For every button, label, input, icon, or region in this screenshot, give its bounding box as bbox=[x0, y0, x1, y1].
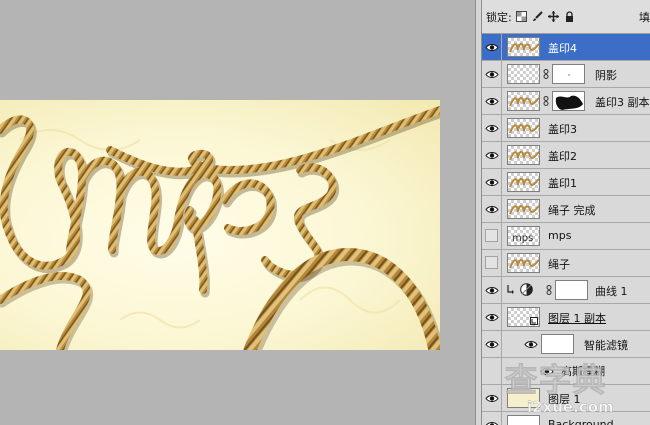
layer-row[interactable]: 盖印1 bbox=[482, 169, 650, 196]
visibility-toggle[interactable] bbox=[482, 223, 502, 249]
smart-object-icon bbox=[530, 317, 538, 325]
visibility-toggle[interactable] bbox=[482, 115, 502, 141]
visibility-toggle[interactable] bbox=[482, 385, 502, 411]
layer-list: 盖印4 阴影盖印3 副本盖印3 盖印2 盖印1 绳子 完成 mps mps 绳子曲线 1 图层 … bbox=[482, 34, 650, 425]
eye-icon bbox=[485, 339, 499, 348]
visibility-toggle[interactable] bbox=[482, 88, 502, 114]
eye-icon bbox=[485, 150, 499, 159]
layer-thumbnail[interactable] bbox=[507, 415, 540, 425]
eye-icon bbox=[485, 123, 499, 132]
layer-name: 曲线 1 bbox=[595, 285, 628, 298]
eye-icon bbox=[485, 285, 499, 294]
layer-name: 高斯模糊 bbox=[561, 365, 605, 378]
layer-mask-thumbnail[interactable] bbox=[555, 280, 588, 300]
visibility-toggle[interactable] bbox=[482, 412, 502, 425]
document-canvas[interactable] bbox=[0, 100, 440, 350]
lock-position-move-icon[interactable] bbox=[547, 11, 559, 22]
layer-thumbnail[interactable] bbox=[507, 145, 540, 165]
visibility-toggle[interactable] bbox=[482, 277, 502, 303]
layer-row[interactable]: 绳子 bbox=[482, 250, 650, 277]
layer-thumbnail[interactable] bbox=[507, 37, 540, 57]
layer-row[interactable]: 图层 1 副本 bbox=[482, 304, 650, 331]
hidden-eye-box bbox=[485, 229, 498, 242]
visibility-toggle[interactable] bbox=[482, 142, 502, 168]
visibility-toggle[interactable] bbox=[482, 169, 502, 195]
layer-thumbnail[interactable] bbox=[507, 118, 540, 138]
link-chain-icon[interactable] bbox=[546, 285, 552, 295]
eye-icon bbox=[485, 312, 499, 321]
layer-mask-thumbnail[interactable] bbox=[552, 64, 585, 84]
curves-adjustment-icon[interactable] bbox=[520, 283, 533, 296]
layer-thumbnail[interactable] bbox=[507, 172, 540, 192]
layer-name: Background bbox=[548, 418, 614, 425]
clipping-arrow-icon bbox=[506, 285, 514, 295]
layer-name: 绳子 bbox=[548, 258, 570, 271]
layer-thumbnail[interactable]: mps bbox=[507, 226, 540, 246]
panel-scrollbar[interactable] bbox=[475, 0, 482, 425]
layer-name: 盖印3 bbox=[548, 123, 577, 136]
layer-row[interactable]: 阴影 bbox=[482, 61, 650, 88]
visibility-toggle[interactable] bbox=[482, 250, 502, 276]
layer-row[interactable]: mps mps bbox=[482, 223, 650, 250]
svg-text:mps: mps bbox=[512, 233, 533, 244]
lock-label: 锁定: bbox=[486, 10, 512, 24]
smart-filter-eye-icon[interactable] bbox=[524, 339, 538, 348]
lock-bar: 锁定: 填 bbox=[482, 0, 650, 34]
layer-name: 智能滤镜 bbox=[584, 339, 628, 352]
visibility-toggle[interactable] bbox=[482, 34, 502, 60]
layer-row[interactable]: 绳子 完成 bbox=[482, 196, 650, 223]
visibility-toggle[interactable] bbox=[482, 196, 502, 222]
layer-thumbnail[interactable] bbox=[507, 253, 540, 273]
layer-name: 盖印1 bbox=[548, 177, 577, 190]
layer-thumbnail[interactable] bbox=[507, 91, 540, 111]
rope-mps-artwork bbox=[0, 106, 440, 350]
layer-mask-thumbnail[interactable] bbox=[552, 91, 585, 111]
layer-row[interactable]: 盖印4 bbox=[482, 34, 650, 61]
layer-thumbnail[interactable] bbox=[507, 307, 540, 327]
layer-row[interactable]: 盖印2 bbox=[482, 142, 650, 169]
layer-name: 盖印2 bbox=[548, 150, 577, 163]
fill-label: 填 bbox=[639, 10, 650, 24]
visibility-toggle[interactable] bbox=[482, 331, 502, 357]
visibility-toggle[interactable] bbox=[482, 304, 502, 330]
layer-thumbnail[interactable] bbox=[507, 388, 540, 408]
lock-paint-brush-icon[interactable] bbox=[532, 11, 543, 22]
layer-row[interactable]: 智能滤镜 bbox=[482, 331, 650, 358]
layer-name: 盖印4 bbox=[548, 42, 577, 55]
eye-icon bbox=[485, 204, 499, 213]
layer-name: 盖印3 副本 bbox=[595, 96, 650, 109]
layer-name: 图层 1 副本 bbox=[548, 312, 606, 325]
layer-row[interactable]: 曲线 1 bbox=[482, 277, 650, 304]
layer-name: 绳子 完成 bbox=[548, 204, 596, 217]
eye-icon bbox=[485, 42, 499, 51]
visibility-toggle[interactable] bbox=[482, 61, 502, 87]
layer-row[interactable]: 高斯模糊 bbox=[482, 358, 650, 385]
layer-name: 图层 1 bbox=[548, 393, 581, 406]
layers-panel: 锁定: 填 盖印4 阴影盖印3 副本盖印3 盖印2 盖印1 绳子 完成 mps mps 绳子曲… bbox=[482, 0, 650, 425]
lock-transparency-icon[interactable] bbox=[515, 11, 527, 22]
layer-row[interactable]: 盖印3 bbox=[482, 115, 650, 142]
layer-row[interactable]: 盖印3 副本 bbox=[482, 88, 650, 115]
visibility-toggle[interactable] bbox=[482, 358, 502, 384]
layer-name: 阴影 bbox=[595, 69, 617, 82]
hidden-eye-box bbox=[485, 256, 498, 269]
eye-icon bbox=[485, 393, 499, 402]
eye-icon bbox=[485, 96, 499, 105]
eye-icon bbox=[485, 69, 499, 78]
link-chain-icon[interactable] bbox=[543, 96, 549, 106]
eye-icon bbox=[485, 420, 499, 425]
layer-row[interactable]: Background bbox=[482, 412, 650, 425]
layer-thumbnail[interactable] bbox=[507, 199, 540, 219]
lock-all-padlock-icon[interactable] bbox=[564, 11, 575, 22]
filter-mask-thumbnail[interactable] bbox=[541, 334, 574, 354]
canvas-area[interactable] bbox=[0, 0, 475, 425]
layer-row[interactable]: 图层 1 bbox=[482, 385, 650, 412]
link-chain-icon[interactable] bbox=[543, 69, 549, 79]
layer-thumbnail[interactable] bbox=[507, 64, 540, 84]
filter-eye-icon[interactable] bbox=[540, 366, 554, 375]
eye-icon bbox=[485, 177, 499, 186]
layer-name: mps bbox=[548, 229, 572, 242]
